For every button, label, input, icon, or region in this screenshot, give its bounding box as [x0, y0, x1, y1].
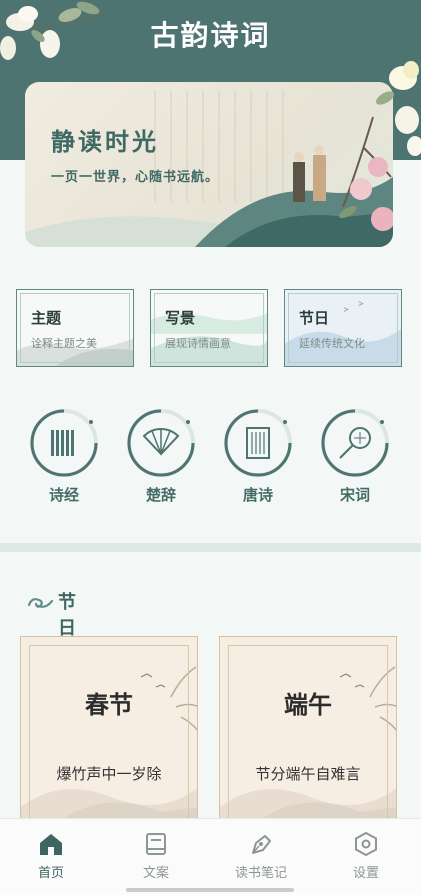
classics-nav: 诗经 楚辞 唐诗 宋词 — [0, 408, 421, 518]
classic-item-chuci[interactable]: 楚辞 — [126, 408, 196, 505]
festival-card-spring[interactable]: 春节 爆竹声中一岁除 — [20, 636, 198, 836]
bamboo-slips-icon — [30, 409, 98, 477]
banner-title: 静读时光 — [51, 127, 159, 156]
tab-label: 设置 — [352, 866, 379, 881]
category-cards: 主题 诠释主题之美 写景 展现诗情画意 节日 延续传统文化 — [16, 289, 406, 369]
settings-icon — [355, 831, 377, 857]
category-card-scenery[interactable]: 写景 展现诗情画意 — [150, 289, 268, 367]
app-title: 古韵诗词 — [150, 19, 271, 52]
home-indicator — [126, 888, 294, 892]
bottom-tab-bar: 首页 文案 读书笔记 设置 — [0, 818, 421, 895]
category-title: 写景 — [165, 309, 196, 327]
festival-verse: 爆竹声中一岁除 — [56, 765, 162, 783]
banner-subtitle: 一页一世界，心随书远航。 — [51, 170, 220, 185]
book-icon — [146, 833, 166, 855]
folding-fan-icon — [127, 409, 195, 477]
book-scroll-icon — [224, 409, 292, 477]
tab-settings[interactable]: 设置 — [321, 831, 411, 881]
pen-icon — [252, 835, 271, 854]
category-card-festival[interactable]: 节日 延续传统文化 — [284, 289, 402, 367]
tab-reading-notes[interactable]: 读书笔记 — [216, 831, 306, 881]
magnolia-branch-icon — [375, 61, 421, 156]
classic-label: 唐诗 — [242, 486, 273, 504]
tab-label: 首页 — [37, 866, 64, 881]
round-fan-icon — [321, 409, 389, 477]
festival-name: 春节 — [85, 690, 133, 719]
festival-name: 端午 — [284, 690, 332, 719]
classic-item-tangshi[interactable]: 唐诗 — [223, 408, 293, 505]
category-title: 主题 — [31, 309, 62, 327]
home-icon — [40, 834, 62, 855]
hero-banner[interactable]: 静读时光 一页一世界，心随书远航。 — [25, 82, 393, 247]
scholars-illustration-icon — [293, 116, 393, 231]
tab-label: 文案 — [142, 866, 169, 881]
tab-home[interactable]: 首页 — [6, 831, 96, 881]
classic-item-songci[interactable]: 宋词 — [320, 408, 390, 505]
tab-copywriting[interactable]: 文案 — [111, 831, 201, 881]
category-desc: 展现诗情画意 — [165, 337, 231, 350]
category-card-theme[interactable]: 主题 诠释主题之美 — [16, 289, 134, 367]
classic-item-shijing[interactable]: 诗经 — [29, 408, 99, 505]
tab-label: 读书笔记 — [234, 866, 287, 881]
classic-label: 楚辞 — [145, 486, 176, 504]
classic-label: 诗经 — [48, 486, 79, 504]
cloud-swirl-icon — [27, 598, 54, 608]
section-title: 节日 — [58, 592, 76, 639]
category-desc: 诠释主题之美 — [31, 337, 97, 350]
festival-card-duanwu[interactable]: 端午 节分端午自难言 — [219, 636, 397, 836]
classic-label: 宋词 — [339, 486, 370, 504]
category-desc: 延续传统文化 — [299, 337, 365, 350]
category-title: 节日 — [299, 309, 330, 327]
festival-verse: 节分端午自难言 — [255, 765, 361, 783]
section-divider — [0, 543, 421, 552]
